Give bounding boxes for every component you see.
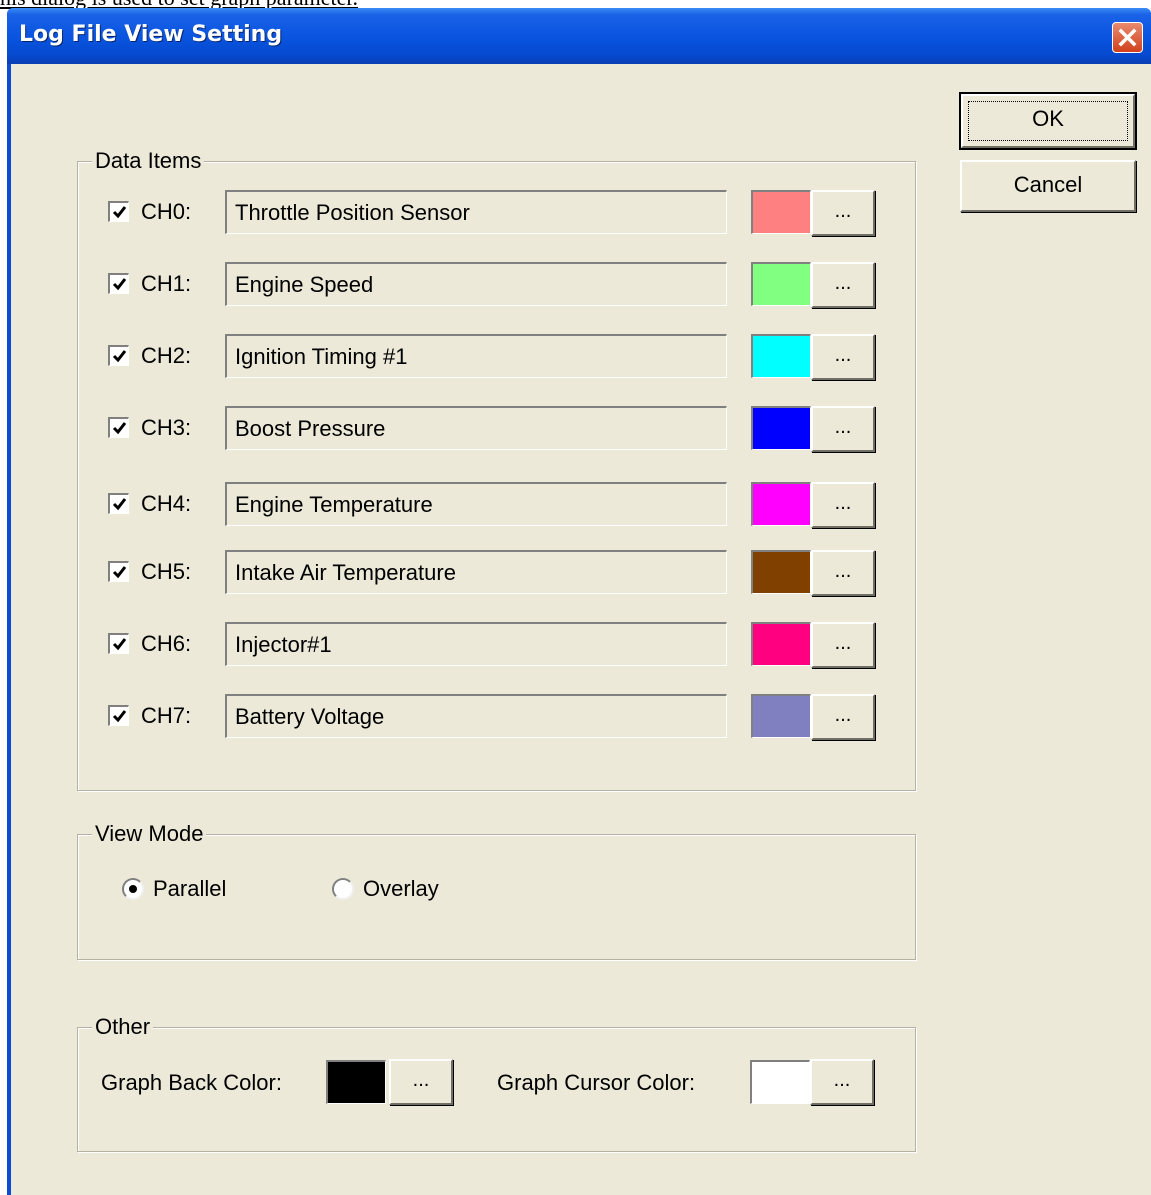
channel-row: CH5: Intake Air Temperature... — [78, 550, 898, 598]
channel-name-field[interactable]: Battery Voltage — [225, 694, 727, 738]
channel-name-field[interactable]: Injector#1 — [225, 622, 727, 666]
channel-color-button[interactable]: ... — [811, 406, 875, 452]
channel-name-field[interactable]: Engine Speed — [225, 262, 727, 306]
dialog-window: Log File View Setting OK Cancel Data Ite… — [7, 8, 1151, 1195]
channel-color-swatch — [751, 262, 811, 306]
checkmark-icon — [112, 566, 127, 579]
checkmark-icon — [112, 422, 127, 435]
caption-text: his dialog is used to set graph paramete… — [0, 0, 358, 9]
channel-checkbox[interactable] — [108, 201, 129, 222]
channel-label: CH6: — [141, 631, 192, 656]
channel-color-button[interactable]: ... — [811, 482, 875, 528]
cancel-button[interactable]: Cancel — [960, 160, 1136, 212]
channel-checkbox[interactable] — [108, 273, 129, 294]
channel-name-field[interactable]: Intake Air Temperature — [225, 550, 727, 594]
channel-color-button[interactable]: ... — [811, 334, 875, 380]
channel-row: CH4: Engine Temperature... — [78, 482, 898, 530]
window-title: Log File View Setting — [19, 22, 283, 47]
graph-cursor-color-button[interactable]: ... — [810, 1059, 874, 1105]
view-mode-group: View Mode Parallel Overlay — [77, 820, 916, 960]
graph-back-color-label: Graph Back Color: — [101, 1070, 282, 1095]
channel-checkbox[interactable] — [108, 705, 129, 726]
channel-row: CH0: Throttle Position Sensor... — [78, 190, 898, 238]
channel-label: CH2: — [141, 343, 192, 368]
cancel-button-label: Cancel — [1013, 172, 1083, 197]
title-bar: Log File View Setting — [7, 8, 1151, 64]
channel-name-field[interactable]: Ignition Timing #1 — [225, 334, 727, 378]
channel-label: CH1: — [141, 271, 192, 296]
checkmark-icon — [112, 350, 127, 363]
channel-color-swatch — [751, 550, 811, 594]
channel-name-field[interactable]: Throttle Position Sensor — [225, 190, 727, 234]
channel-checkbox[interactable] — [108, 633, 129, 654]
channel-color-button[interactable]: ... — [811, 622, 875, 668]
channel-row: CH7: Battery Voltage... — [78, 694, 898, 742]
checkmark-icon — [112, 710, 127, 723]
checkmark-icon — [112, 638, 127, 651]
channel-checkbox[interactable] — [108, 561, 129, 582]
channel-color-swatch — [751, 482, 811, 526]
channel-row: CH3: Boost Pressure... — [78, 406, 898, 454]
channel-label: CH4: — [141, 491, 192, 516]
channel-color-button[interactable]: ... — [811, 190, 875, 236]
checkmark-icon — [112, 498, 127, 511]
channel-row: CH6: Injector#1... — [78, 622, 898, 670]
channel-color-swatch — [751, 406, 811, 450]
ok-button[interactable]: OK — [959, 92, 1137, 150]
radio-parallel[interactable] — [122, 878, 144, 900]
close-button[interactable] — [1112, 22, 1143, 53]
radio-overlay-label: Overlay — [363, 876, 439, 901]
channel-checkbox[interactable] — [108, 493, 129, 514]
dialog-client-area: OK Cancel Data Items CH0: Throttle Positi… — [11, 64, 1151, 1195]
channel-color-swatch — [751, 190, 811, 234]
other-legend: Other — [92, 1013, 154, 1041]
channel-row: CH2: Ignition Timing #1... — [78, 334, 898, 382]
channel-label: CH3: — [141, 415, 192, 440]
graph-back-color-swatch — [326, 1060, 386, 1104]
channel-color-swatch — [751, 334, 811, 378]
channel-name-field[interactable]: Boost Pressure — [225, 406, 727, 450]
channel-color-button[interactable]: ... — [811, 262, 875, 308]
channel-label: CH0: — [141, 199, 192, 224]
channel-color-swatch — [751, 622, 811, 666]
channel-color-button[interactable]: ... — [811, 694, 875, 740]
radio-selected-dot — [129, 885, 137, 893]
checkmark-icon — [112, 206, 127, 219]
graph-cursor-color-swatch — [750, 1060, 810, 1104]
graph-back-color-button[interactable]: ... — [389, 1059, 453, 1105]
data-items-legend: Data Items — [92, 147, 205, 175]
checkmark-icon — [112, 278, 127, 291]
radio-parallel-label: Parallel — [153, 876, 227, 901]
channel-checkbox[interactable] — [108, 345, 129, 366]
view-mode-legend: View Mode — [92, 820, 207, 848]
close-icon — [1118, 28, 1137, 47]
channel-name-field[interactable]: Engine Temperature — [225, 482, 727, 526]
channel-checkbox[interactable] — [108, 417, 129, 438]
channel-color-swatch — [751, 694, 811, 738]
radio-overlay[interactable] — [332, 878, 354, 900]
other-group: Other Graph Back Color: ... Graph Cursor… — [77, 1013, 916, 1152]
channel-color-button[interactable]: ... — [811, 550, 875, 596]
channel-label: CH7: — [141, 703, 192, 728]
graph-cursor-color-label: Graph Cursor Color: — [497, 1070, 696, 1095]
channel-label: CH5: — [141, 559, 192, 584]
channel-row: CH1: Engine Speed... — [78, 262, 898, 310]
ok-button-label: OK — [1032, 106, 1064, 131]
data-items-group: Data Items CH0: Throttle Position Sensor.… — [77, 147, 916, 791]
